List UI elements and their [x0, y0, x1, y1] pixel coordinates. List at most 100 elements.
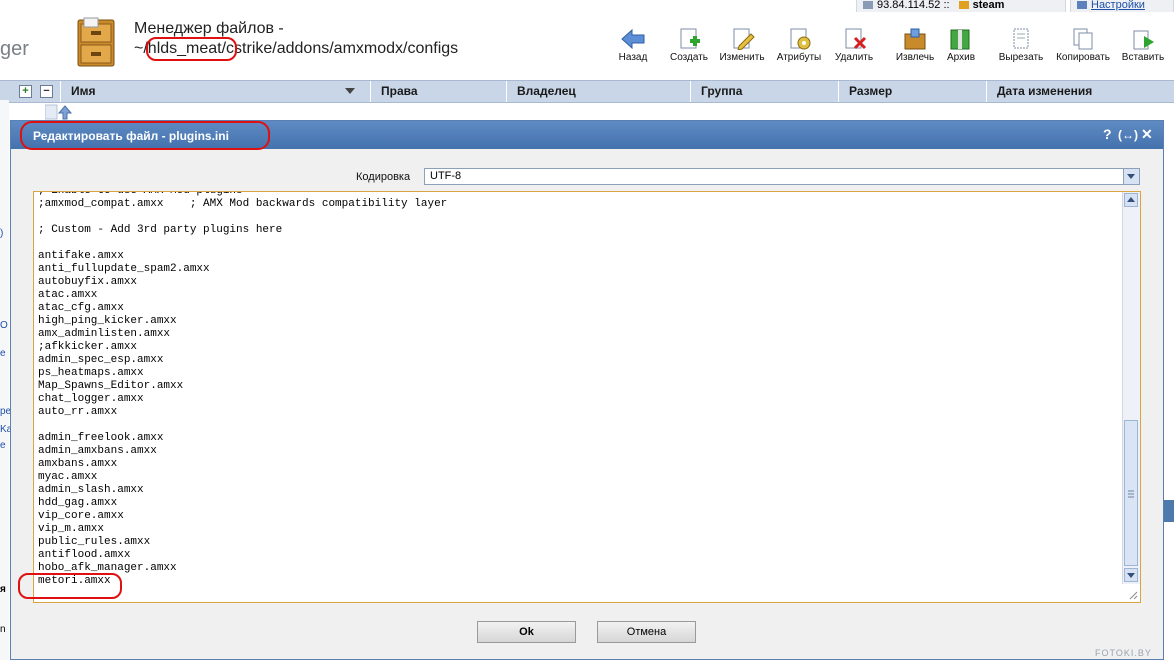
- collapse-all-button[interactable]: −: [40, 85, 53, 98]
- column-name[interactable]: Имя: [60, 81, 365, 102]
- file-content-editor[interactable]: ; Enable to use AMX Mod plugins ;amxmod_c…: [33, 191, 1141, 603]
- copy-button[interactable]: Копировать: [1052, 28, 1114, 68]
- editor-line[interactable]: [38, 419, 1118, 432]
- cut-label: Вырезать: [998, 52, 1044, 63]
- edit-file-icon: [733, 28, 755, 50]
- chevron-down-icon[interactable]: [1123, 169, 1139, 184]
- editor-line[interactable]: admin_slash.amxx: [38, 484, 1118, 497]
- scroll-up-button[interactable]: [1124, 193, 1138, 207]
- help-icon[interactable]: ?: [1103, 126, 1112, 142]
- editor-line[interactable]: [38, 237, 1118, 250]
- editor-line[interactable]: antifake.amxx: [38, 250, 1118, 263]
- editor-line[interactable]: atac.amxx: [38, 289, 1118, 302]
- resize-grip-icon[interactable]: [1129, 591, 1138, 600]
- attributes-icon: [790, 28, 811, 50]
- paste-label: Вставить: [1121, 52, 1165, 63]
- editor-line[interactable]: public_rules.amxx: [38, 536, 1118, 549]
- paste-button[interactable]: Вставить: [1112, 28, 1174, 68]
- editor-scrollbar[interactable]: [1122, 192, 1140, 584]
- expand-all-button[interactable]: +: [19, 85, 32, 98]
- editor-line[interactable]: admin_amxbans.amxx: [38, 445, 1118, 458]
- editor-line[interactable]: amx_adminlisten.amxx: [38, 328, 1118, 341]
- column-group-label: Группа: [701, 84, 743, 98]
- editor-line[interactable]: ;amxmod_compat.amxx ; AMX Mod backwards …: [38, 198, 1118, 211]
- column-group[interactable]: Группа: [690, 81, 836, 102]
- encoding-select[interactable]: UTF-8: [424, 168, 1140, 185]
- encoding-label: Кодировка: [356, 171, 411, 183]
- editor-line[interactable]: Map_Spawns_Editor.amxx: [38, 380, 1118, 393]
- column-modified-label: Дата изменения: [997, 84, 1093, 98]
- cut-icon: [1013, 28, 1029, 49]
- editor-text[interactable]: ; Enable to use AMX Mod plugins ;amxmod_c…: [38, 192, 1118, 588]
- background-sidebar: [0, 100, 9, 660]
- editor-line[interactable]: amxbans.amxx: [38, 458, 1118, 471]
- maximize-icon[interactable]: (↔): [1118, 128, 1138, 142]
- column-rights[interactable]: Права: [370, 81, 505, 102]
- name-sort-dropdown-icon[interactable]: [345, 88, 355, 94]
- cut-button[interactable]: Вырезать: [990, 28, 1052, 68]
- archive-button[interactable]: Архив: [930, 28, 992, 68]
- server-status: 93.84.114.52 :: steam: [856, 0, 1066, 12]
- ok-button[interactable]: Ok: [477, 621, 576, 643]
- watermark: FOTOKI.BY: [1095, 648, 1152, 658]
- editor-line[interactable]: vip_m.amxx: [38, 523, 1118, 536]
- bg-fragment: я: [0, 584, 6, 595]
- editor-line[interactable]: anti_fullupdate_spam2.amxx: [38, 263, 1118, 276]
- editor-line[interactable]: admin_freelook.amxx: [38, 432, 1118, 445]
- settings-link[interactable]: Настройки: [1091, 0, 1145, 11]
- editor-line[interactable]: ps_heatmaps.amxx: [38, 367, 1118, 380]
- editor-line[interactable]: atac_cfg.amxx: [38, 302, 1118, 315]
- scroll-down-button[interactable]: [1124, 568, 1138, 582]
- editor-line[interactable]: ;afkkicker.amxx: [38, 341, 1118, 354]
- back-arrow-icon: [621, 28, 645, 50]
- editor-line[interactable]: admin_spec_esp.amxx: [38, 354, 1118, 367]
- annotation-circle-line: [18, 573, 122, 599]
- bg-fragment: e: [0, 440, 6, 451]
- editor-line[interactable]: metori.amxx: [38, 575, 1118, 588]
- bg-fragment: O: [0, 320, 8, 331]
- settings-cell[interactable]: Настройки: [1070, 0, 1174, 12]
- file-cabinet-icon: [77, 17, 115, 67]
- editor-line[interactable]: antiflood.amxx: [38, 549, 1118, 562]
- editor-line[interactable]: auto_rr.amxx: [38, 406, 1118, 419]
- extract-icon: [904, 28, 926, 50]
- server-ip: 93.84.114.52 ::: [877, 0, 950, 11]
- column-size[interactable]: Размер: [838, 81, 984, 102]
- editor-line[interactable]: hdd_gag.amxx: [38, 497, 1118, 510]
- attributes-label: Атрибуты: [776, 52, 822, 63]
- parent-folder-icon[interactable]: [45, 103, 75, 121]
- close-icon[interactable]: ✕: [1141, 126, 1153, 143]
- chevron-up-icon: [1127, 197, 1135, 202]
- editor-line[interactable]: autobuyfix.amxx: [38, 276, 1118, 289]
- bg-fragment: n: [0, 624, 6, 635]
- scroll-thumb[interactable]: [1124, 420, 1138, 566]
- editor-line[interactable]: vip_core.amxx: [38, 510, 1118, 523]
- column-owner[interactable]: Владелец: [506, 81, 689, 102]
- cancel-button[interactable]: Отмена: [597, 621, 696, 643]
- editor-line[interactable]: myac.amxx: [38, 471, 1118, 484]
- delete-button[interactable]: Удалить: [823, 28, 885, 68]
- edit-button[interactable]: Изменить: [711, 28, 773, 68]
- copy-label: Копировать: [1056, 52, 1110, 63]
- column-size-label: Размер: [849, 84, 893, 98]
- editor-line[interactable]: ; Enable to use AMX Mod plugins: [38, 192, 1118, 198]
- encoding-value: UTF-8: [430, 170, 462, 182]
- editor-line[interactable]: high_ping_kicker.amxx: [38, 315, 1118, 328]
- editor-line[interactable]: [38, 211, 1118, 224]
- editor-line[interactable]: chat_logger.amxx: [38, 393, 1118, 406]
- column-rights-label: Права: [381, 84, 418, 98]
- user-icon: [958, 1, 969, 10]
- back-button[interactable]: Назад: [602, 28, 664, 68]
- grip-icon: [1128, 490, 1134, 498]
- paste-icon: [1133, 30, 1154, 50]
- edit-label: Изменить: [719, 52, 765, 63]
- annotation-circle-title: [20, 121, 270, 150]
- column-modified[interactable]: Дата изменения: [986, 81, 1174, 102]
- editor-line[interactable]: hobo_afk_manager.amxx: [38, 562, 1118, 575]
- editor-line[interactable]: ; Custom - Add 3rd party plugins here: [38, 224, 1118, 237]
- copy-icon: [1073, 28, 1093, 50]
- delete-icon: [845, 28, 867, 50]
- delete-label: Удалить: [834, 52, 874, 63]
- attributes-button[interactable]: Атрибуты: [768, 28, 830, 68]
- bg-fragment: ): [0, 228, 4, 239]
